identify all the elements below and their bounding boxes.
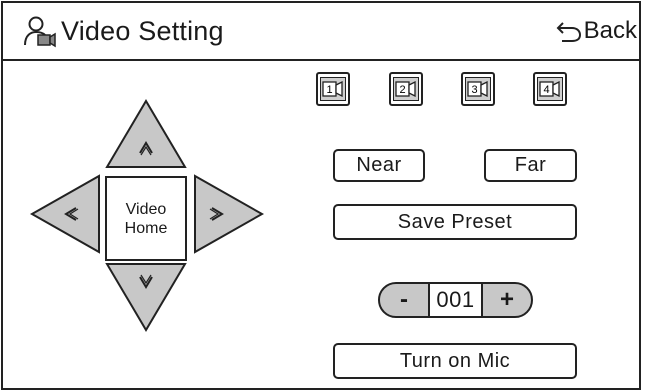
camera-1-number: 1 [326, 84, 332, 96]
camera-3-number: 3 [471, 84, 477, 96]
back-arrow-icon [556, 22, 581, 42]
back-button[interactable]: Back [556, 13, 637, 49]
preset-number-field[interactable]: 001 [428, 284, 483, 316]
camera-2-icon: 2 [393, 77, 419, 101]
preset-increment-button[interactable]: + [483, 284, 531, 316]
camera-4-button[interactable]: 4 [533, 72, 567, 106]
video-home-line1: Video [125, 200, 167, 218]
far-label: Far [514, 154, 547, 176]
camera-icon: 3 [467, 81, 488, 97]
camera-icon: 2 [395, 81, 416, 97]
camera-icon: 1 [322, 81, 343, 97]
camera-1-icon: 1 [320, 77, 346, 101]
page-title: Video Setting [61, 16, 224, 46]
turn-on-mic-label: Turn on Mic [399, 349, 511, 372]
video-home-button[interactable]: Video Home [105, 176, 187, 261]
back-label: Back [583, 17, 637, 44]
far-button[interactable]: Far [484, 149, 577, 182]
header-bar: Video Setting Back [3, 3, 639, 61]
preset-stepper: - 001 + [378, 282, 533, 318]
preset-decrement-button[interactable]: - [380, 284, 428, 316]
video-home-line2: Home [124, 219, 168, 237]
camera-3-button[interactable]: 3 [461, 72, 495, 106]
save-preset-button[interactable]: Save Preset [333, 204, 577, 240]
camera-4-icon: 4 [537, 77, 563, 101]
near-button[interactable]: Near [333, 149, 425, 182]
camera-1-button[interactable]: 1 [316, 72, 350, 106]
camera-icon: 4 [539, 81, 560, 97]
camera-3-icon: 3 [465, 77, 491, 101]
save-preset-label: Save Preset [397, 210, 513, 233]
near-label: Near [356, 154, 402, 176]
camera-4-number: 4 [543, 84, 549, 96]
turn-on-mic-button[interactable]: Turn on Mic [333, 343, 577, 379]
camera-2-number: 2 [399, 84, 405, 96]
user-camera-icon [24, 16, 56, 48]
camera-2-button[interactable]: 2 [389, 72, 423, 106]
